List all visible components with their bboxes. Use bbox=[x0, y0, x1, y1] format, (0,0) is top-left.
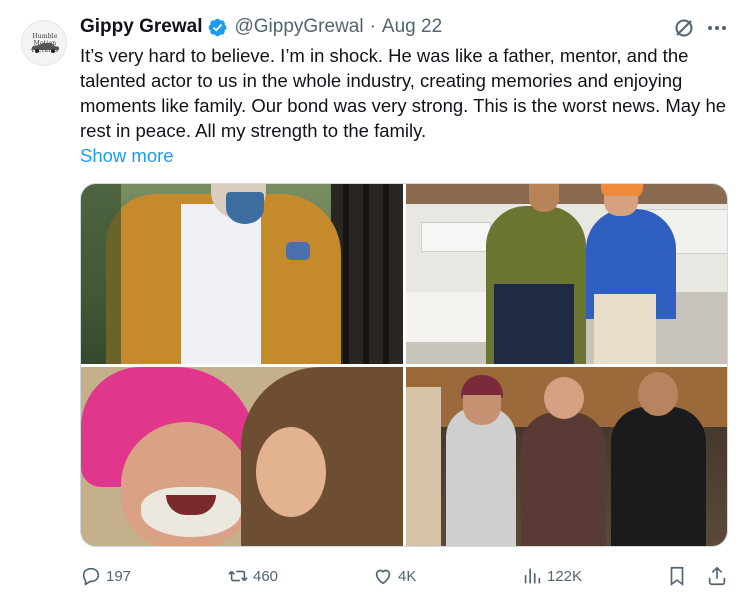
views-count: 122K bbox=[547, 567, 583, 585]
reply-count: 197 bbox=[106, 567, 132, 585]
reply-icon bbox=[82, 567, 100, 586]
show-more-link[interactable]: Show more bbox=[80, 143, 174, 168]
bookmark-button[interactable] bbox=[666, 561, 692, 591]
verified-badge-icon[interactable] bbox=[207, 17, 228, 38]
bookmark-icon bbox=[670, 566, 684, 586]
repost-button[interactable]: 460 bbox=[227, 561, 278, 591]
photo-4[interactable] bbox=[406, 367, 727, 546]
grok-icon[interactable] bbox=[673, 17, 695, 39]
like-button[interactable]: 4K bbox=[372, 561, 416, 591]
avatar[interactable]: Humble Motion Pictures bbox=[21, 20, 67, 66]
share-button[interactable] bbox=[706, 561, 732, 591]
repost-count: 460 bbox=[253, 567, 279, 585]
photo-1[interactable] bbox=[81, 184, 403, 364]
like-count: 4K bbox=[398, 567, 417, 585]
views-button[interactable]: 122K bbox=[521, 561, 582, 591]
tweet-text: It’s very hard to believe. I’m in shock.… bbox=[80, 45, 727, 141]
separator-dot: · bbox=[369, 16, 376, 37]
views-icon bbox=[524, 568, 541, 584]
share-icon bbox=[708, 566, 726, 586]
photo-3[interactable] bbox=[81, 367, 403, 546]
author-name[interactable]: Gippy Grewal bbox=[80, 16, 202, 38]
author-handle[interactable]: @GippyGrewal bbox=[234, 16, 363, 38]
car-logo-icon bbox=[31, 43, 59, 53]
repost-icon bbox=[228, 570, 248, 582]
tweet[interactable]: Humble Motion Pictures Gippy Grewal @Gip… bbox=[0, 0, 748, 602]
action-bar: 197 460 4K 122K bbox=[80, 561, 730, 591]
media-grid bbox=[80, 183, 728, 547]
heart-icon bbox=[375, 569, 391, 585]
more-icon[interactable] bbox=[706, 17, 728, 39]
tweet-header: Gippy Grewal @GippyGrewal · Aug 22 bbox=[80, 14, 442, 40]
tweet-date[interactable]: Aug 22 bbox=[382, 16, 442, 38]
photo-2[interactable] bbox=[406, 184, 727, 364]
reply-button[interactable]: 197 bbox=[80, 561, 131, 591]
